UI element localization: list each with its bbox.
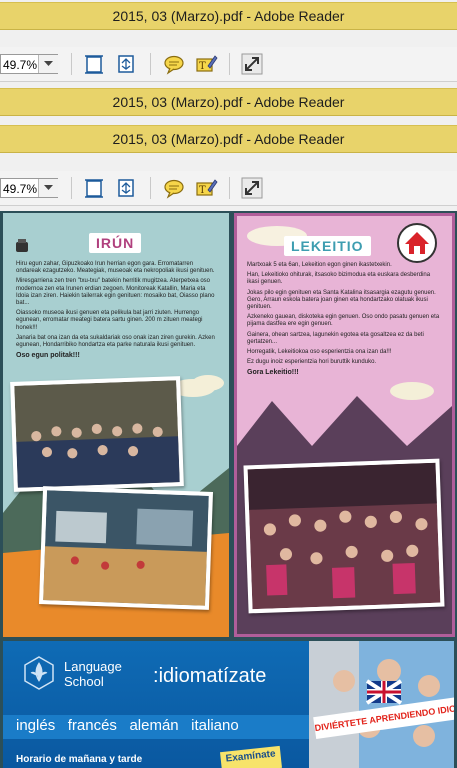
expand-icon (241, 177, 263, 199)
fit-page-icon (85, 179, 103, 198)
irun-paragraph: Hiru egun zahar, Gipuzkoako Irun herrian… (16, 261, 215, 275)
window-title-bar-duplicate: 2015, 03 (Marzo).pdf - Adobe Reader (0, 125, 457, 153)
window-title: 2015, 03 (Marzo).pdf - Adobe Reader (112, 131, 345, 147)
lekeitio-paragraph: Horregatik, Lekeitiokoa oso esperientzia… (247, 349, 392, 356)
group-photo (247, 462, 441, 610)
sign-button[interactable]: T (194, 176, 218, 200)
svg-text:T: T (199, 61, 206, 72)
sign-button[interactable]: T (194, 52, 218, 76)
irun-photo-group (10, 376, 184, 492)
museum-photo (43, 490, 209, 606)
toolbar-separator (229, 177, 230, 199)
lekeitio-paragraph: Han, Lekeitioko ohiturak, itsasoko bizim… (247, 272, 431, 286)
schedule-text: Horario de mañana y tarde (16, 754, 143, 765)
lekeitio-paragraph: Jokas pilo egin genituen eta Santa Katal… (247, 289, 436, 311)
language-item: italiano (191, 717, 239, 734)
zoom-input[interactable]: 49.7% (0, 54, 58, 74)
toolbar-duplicate: 49.7% T (0, 171, 457, 206)
language-item: alemán (129, 717, 179, 734)
toolbar-separator (71, 53, 72, 75)
irun-photo-museum (38, 486, 214, 610)
exam-badge: Examínate (220, 745, 282, 768)
comment-icon (164, 55, 184, 75)
comment-button[interactable] (162, 176, 186, 200)
lekeitio-paragraph: Azkeneko gauean, diskoteka egin genuen. … (247, 314, 440, 328)
lekeitio-paragraph: Ez dugu inoiz esperientzia hori buruttik… (247, 359, 377, 366)
rotate-button[interactable] (114, 176, 138, 200)
irun-panel: IRÚN Hiru egun zahar, Gipuzkoako Irun he… (3, 213, 229, 637)
zoom-value: 49.7% (3, 58, 38, 72)
school-name-line: Language (64, 659, 122, 674)
toolbar-separator (150, 53, 151, 75)
house-logo-icon (397, 223, 437, 263)
toolbar-separator (150, 177, 151, 199)
lekeitio-panel: LEKEITIO Martxoak 5 eta 6an, Lekeition e… (234, 213, 455, 637)
rotate-icon (118, 179, 134, 197)
lekeitio-article: Martxoak 5 eta 6an, Lekeition egon ginen… (247, 262, 443, 378)
rotate-button[interactable] (114, 52, 138, 76)
toolbar-separator (71, 177, 72, 199)
language-item: inglés (16, 717, 56, 734)
sign-icon: T (196, 55, 218, 72)
zoom-value: 49.7% (3, 182, 38, 196)
zoom-dropdown-button[interactable] (38, 55, 58, 73)
svg-text:T: T (199, 185, 206, 196)
irun-title: IRÚN (89, 233, 142, 253)
expand-button[interactable] (240, 176, 264, 200)
irun-closing: Oso egun politak!!! (16, 352, 80, 360)
chevron-down-icon (44, 185, 53, 190)
lekeitio-title: LEKEITIO (284, 236, 371, 256)
comment-button[interactable] (162, 52, 186, 76)
fit-page-button[interactable] (82, 52, 106, 76)
brand-text: idiomatízate (158, 665, 267, 687)
sign-icon: T (196, 179, 218, 196)
fleur-de-lis-icon (24, 656, 54, 690)
lekeitio-closing: Gora Lekeitio!!! (247, 369, 299, 377)
expand-button[interactable] (240, 52, 264, 76)
language-item: francés (67, 717, 117, 734)
lekeitio-paragraph: Martxoak 5 eta 6an, Lekeition egon ginen… (247, 262, 392, 268)
brand-name: :idiomatízate (153, 665, 266, 688)
toolbar-separator (229, 53, 230, 75)
irun-paragraph: Miresgarriena zen tren "txu-txu" batekin… (16, 278, 215, 307)
language-school-banner: Language School :idiomatízate inglés fra… (3, 641, 454, 768)
spacer (0, 116, 457, 125)
spacer (0, 82, 457, 86)
toolbar: 49.7% T (0, 47, 457, 82)
lekeitio-photo (243, 458, 445, 614)
window-title-bar: 2015, 03 (Marzo).pdf - Adobe Reader (0, 2, 457, 30)
fit-page-icon (85, 55, 103, 74)
zoom-input[interactable]: 49.7% (0, 178, 58, 198)
window-title-bar-duplicate: 2015, 03 (Marzo).pdf - Adobe Reader (0, 88, 457, 116)
chevron-down-icon (44, 61, 53, 66)
irun-article: Hiru egun zahar, Gipuzkoako Irun herrian… (16, 261, 216, 360)
window-title: 2015, 03 (Marzo).pdf - Adobe Reader (112, 94, 345, 110)
zoom-dropdown-button[interactable] (38, 179, 58, 197)
window-title: 2015, 03 (Marzo).pdf - Adobe Reader (112, 8, 345, 24)
fit-page-button[interactable] (82, 176, 106, 200)
rotate-icon (118, 55, 134, 73)
pot-icon (16, 239, 28, 252)
school-name: Language School (64, 659, 122, 689)
irun-paragraph: Janaria bat ona izan da eta sukaldariak … (16, 334, 215, 349)
irun-paragraph: Oiassoko museoa ikusi genuen eta pelikul… (16, 310, 203, 331)
document-page[interactable]: IRÚN Hiru egun zahar, Gipuzkoako Irun he… (0, 211, 457, 768)
group-photo (14, 380, 180, 488)
school-name-line: School (64, 674, 104, 689)
languages-list: inglés francés alemán italiano (16, 717, 239, 734)
expand-icon (241, 53, 263, 75)
comment-icon (164, 179, 184, 199)
lekeitio-paragraph: Gainera, ohean sartzea, lagunekin egotea… (247, 331, 424, 345)
